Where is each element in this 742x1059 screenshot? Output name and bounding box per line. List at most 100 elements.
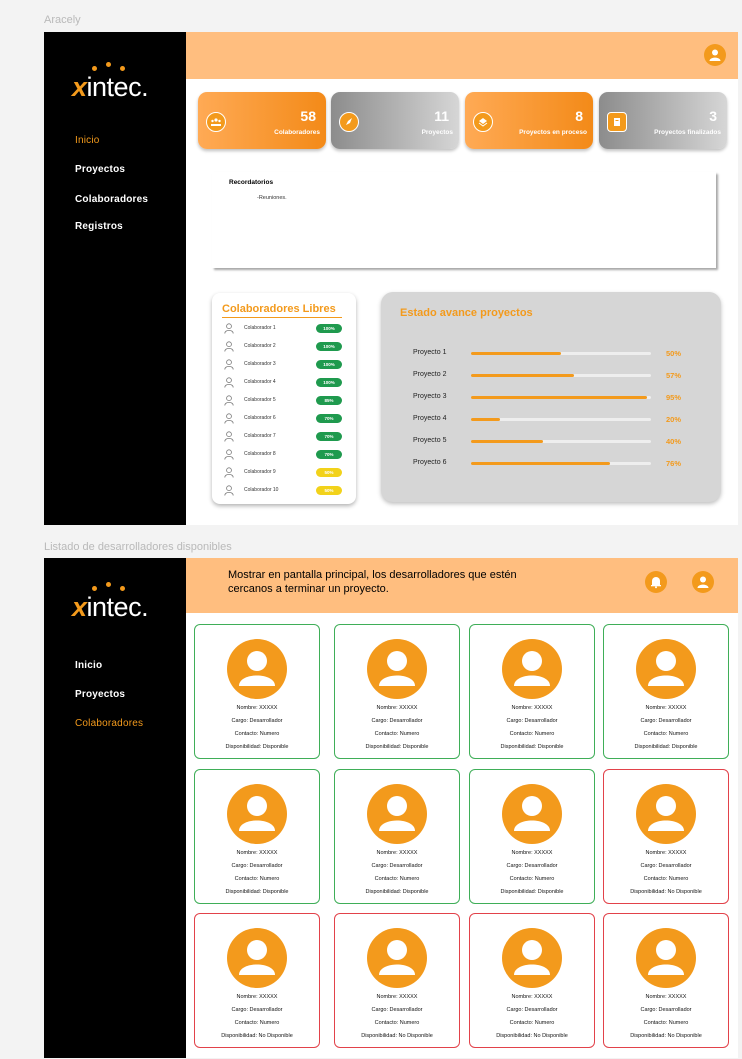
collaborator-row[interactable]: Colaborador 3 100% bbox=[224, 359, 344, 371]
nav-item-inicio[interactable]: Inicio bbox=[75, 135, 100, 146]
developer-name: Nombre: XXXXX bbox=[376, 705, 418, 711]
developer-contact: Contacto: Numero bbox=[234, 731, 280, 737]
availability-badge: 100% bbox=[316, 378, 342, 387]
developer-contact: Contacto: Numero bbox=[234, 1020, 280, 1026]
bell-icon bbox=[651, 577, 661, 589]
collaborator-name: Colaborador 2 bbox=[244, 343, 276, 349]
progress-fill bbox=[471, 462, 610, 465]
availability-badge: 100% bbox=[316, 360, 342, 369]
developer-avatar-icon bbox=[636, 784, 696, 844]
progress-value: 50% bbox=[666, 349, 682, 358]
progress-track bbox=[471, 374, 651, 377]
person-outline-icon bbox=[224, 323, 234, 334]
person-outline-icon bbox=[224, 413, 234, 424]
developer-name: Nombre: XXXXX bbox=[645, 705, 687, 711]
progress-track bbox=[471, 396, 651, 399]
availability-badge: 85% bbox=[316, 396, 342, 405]
xintec-logo[interactable]: xintec. bbox=[72, 62, 162, 102]
developer-availability: Disponibilidad: Disponible bbox=[500, 889, 564, 895]
nav-item-inicio[interactable]: Inicio bbox=[75, 660, 102, 671]
stat-card-proyectos[interactable]: 11 Proyectos bbox=[331, 92, 459, 149]
collaborator-row[interactable]: Colaborador 7 70% bbox=[224, 431, 344, 443]
developer-avatar-icon bbox=[367, 928, 427, 988]
developer-card[interactable]: Nombre: XXXXX Cargo: Desarrollador Contact… bbox=[603, 913, 729, 1048]
collaborator-row[interactable]: Colaborador 4 100% bbox=[224, 377, 344, 389]
nav-item-colaboradores[interactable]: Colaboradores bbox=[75, 194, 148, 205]
progress-value: 20% bbox=[666, 415, 682, 424]
person-outline-icon bbox=[224, 431, 234, 442]
availability-badge: 70% bbox=[316, 432, 342, 441]
collaborator-name: Colaborador 6 bbox=[244, 415, 276, 421]
collaborator-row[interactable]: Colaborador 2 100% bbox=[224, 341, 344, 353]
stat-number: 11 bbox=[434, 108, 449, 124]
team-icon bbox=[206, 112, 226, 132]
availability-badge: 50% bbox=[316, 486, 342, 495]
developer-availability: Disponibilidad: No Disponible bbox=[630, 1033, 702, 1039]
developer-avatar-icon bbox=[502, 639, 562, 699]
nav-item-colaboradores[interactable]: Colaboradores bbox=[75, 718, 143, 729]
progress-value: 40% bbox=[666, 437, 682, 446]
archive-icon bbox=[607, 112, 627, 132]
project-progress-row: Proyecto 2 57% bbox=[413, 370, 713, 382]
nav-item-proyectos[interactable]: Proyectos bbox=[75, 689, 125, 700]
person-outline-icon bbox=[224, 395, 234, 406]
collaborator-row[interactable]: Colaborador 8 70% bbox=[224, 449, 344, 461]
developer-role: Cargo: Desarrollador bbox=[231, 718, 283, 724]
developer-card[interactable]: Nombre: XXXXX Cargo: Desarrollador Contact… bbox=[469, 624, 595, 759]
stat-number: 3 bbox=[709, 108, 717, 124]
user-profile-button[interactable] bbox=[704, 44, 726, 66]
collaborator-row[interactable]: Colaborador 5 85% bbox=[224, 395, 344, 407]
availability-badge: 70% bbox=[316, 450, 342, 459]
developer-card[interactable]: Nombre: XXXXX Cargo: Desarrollador Contact… bbox=[469, 769, 595, 904]
project-name: Proyecto 4 bbox=[413, 415, 447, 422]
nav-item-registros[interactable]: Registros bbox=[75, 221, 123, 232]
developer-card[interactable]: Nombre: XXXXX Cargo: Desarrollador Contact… bbox=[194, 624, 320, 759]
stat-label: Proyectos bbox=[421, 129, 453, 136]
developer-card[interactable]: Nombre: XXXXX Cargo: Desarrollador Contact… bbox=[334, 913, 460, 1048]
project-progress-row: Proyecto 6 76% bbox=[413, 458, 713, 470]
collaborator-row[interactable]: Colaborador 9 50% bbox=[224, 467, 344, 479]
developer-name: Nombre: XXXXX bbox=[236, 994, 278, 1000]
stat-card-colaboradores[interactable]: 58 Colaboradores bbox=[198, 92, 326, 149]
developer-name: Nombre: XXXXX bbox=[236, 850, 278, 856]
stat-card-proyectos-en-proceso[interactable]: 8 Proyectos en proceso bbox=[465, 92, 593, 149]
developer-role: Cargo: Desarrollador bbox=[640, 1007, 692, 1013]
progress-track bbox=[471, 418, 651, 421]
developer-card[interactable]: Nombre: XXXXX Cargo: Desarrollador Contact… bbox=[469, 913, 595, 1048]
frame-label-dashboard: Aracely bbox=[44, 14, 81, 26]
developer-card[interactable]: Nombre: XXXXX Cargo: Desarrollador Contact… bbox=[194, 769, 320, 904]
developer-card[interactable]: Nombre: XXXXX Cargo: Desarrollador Contact… bbox=[334, 769, 460, 904]
collaborator-name: Colaborador 8 bbox=[244, 451, 276, 457]
nav-item-proyectos[interactable]: Proyectos bbox=[75, 164, 125, 175]
developer-availability: Disponibilidad: No Disponible bbox=[221, 1033, 293, 1039]
stat-label: Proyectos finalizados bbox=[654, 129, 721, 136]
developers-frame: xintec. Inicio Proyectos Colaboradores M… bbox=[44, 558, 738, 1058]
stat-card-proyectos-finalizados[interactable]: 3 Proyectos finalizados bbox=[599, 92, 727, 149]
developer-name: Nombre: XXXXX bbox=[236, 705, 278, 711]
developer-card[interactable]: Nombre: XXXXX Cargo: Desarrollador Contact… bbox=[603, 769, 729, 904]
developer-avatar-icon bbox=[502, 784, 562, 844]
collaborator-row[interactable]: Colaborador 10 50% bbox=[224, 485, 344, 497]
developer-card[interactable]: Nombre: XXXXX Cargo: Desarrollador Contact… bbox=[194, 913, 320, 1048]
developer-role: Cargo: Desarrollador bbox=[371, 863, 423, 869]
project-progress-card: Estado avance proyectos Proyecto 1 50% Pro… bbox=[381, 292, 721, 502]
developer-role: Cargo: Desarrollador bbox=[640, 718, 692, 724]
collaborator-row[interactable]: Colaborador 1 100% bbox=[224, 323, 344, 335]
collaborator-name: Colaborador 1 bbox=[244, 325, 276, 331]
developer-card[interactable]: Nombre: XXXXX Cargo: Desarrollador Contact… bbox=[603, 624, 729, 759]
stat-number: 8 bbox=[575, 108, 583, 124]
notifications-button[interactable] bbox=[645, 571, 667, 593]
developer-availability: Disponibilidad: Disponible bbox=[225, 889, 289, 895]
availability-badge: 70% bbox=[316, 414, 342, 423]
rocket-icon bbox=[339, 112, 359, 132]
developer-name: Nombre: XXXXX bbox=[511, 705, 553, 711]
collaborator-row[interactable]: Colaborador 6 70% bbox=[224, 413, 344, 425]
xintec-logo[interactable]: xintec. bbox=[72, 582, 162, 622]
developer-availability: Disponibilidad: Disponible bbox=[634, 744, 698, 750]
person-outline-icon bbox=[224, 377, 234, 388]
developer-card[interactable]: Nombre: XXXXX Cargo: Desarrollador Contact… bbox=[334, 624, 460, 759]
developer-contact: Contacto: Numero bbox=[374, 1020, 420, 1026]
project-progress-row: Proyecto 1 50% bbox=[413, 348, 713, 360]
user-profile-button[interactable] bbox=[692, 571, 714, 593]
developer-contact: Contacto: Numero bbox=[643, 731, 689, 737]
